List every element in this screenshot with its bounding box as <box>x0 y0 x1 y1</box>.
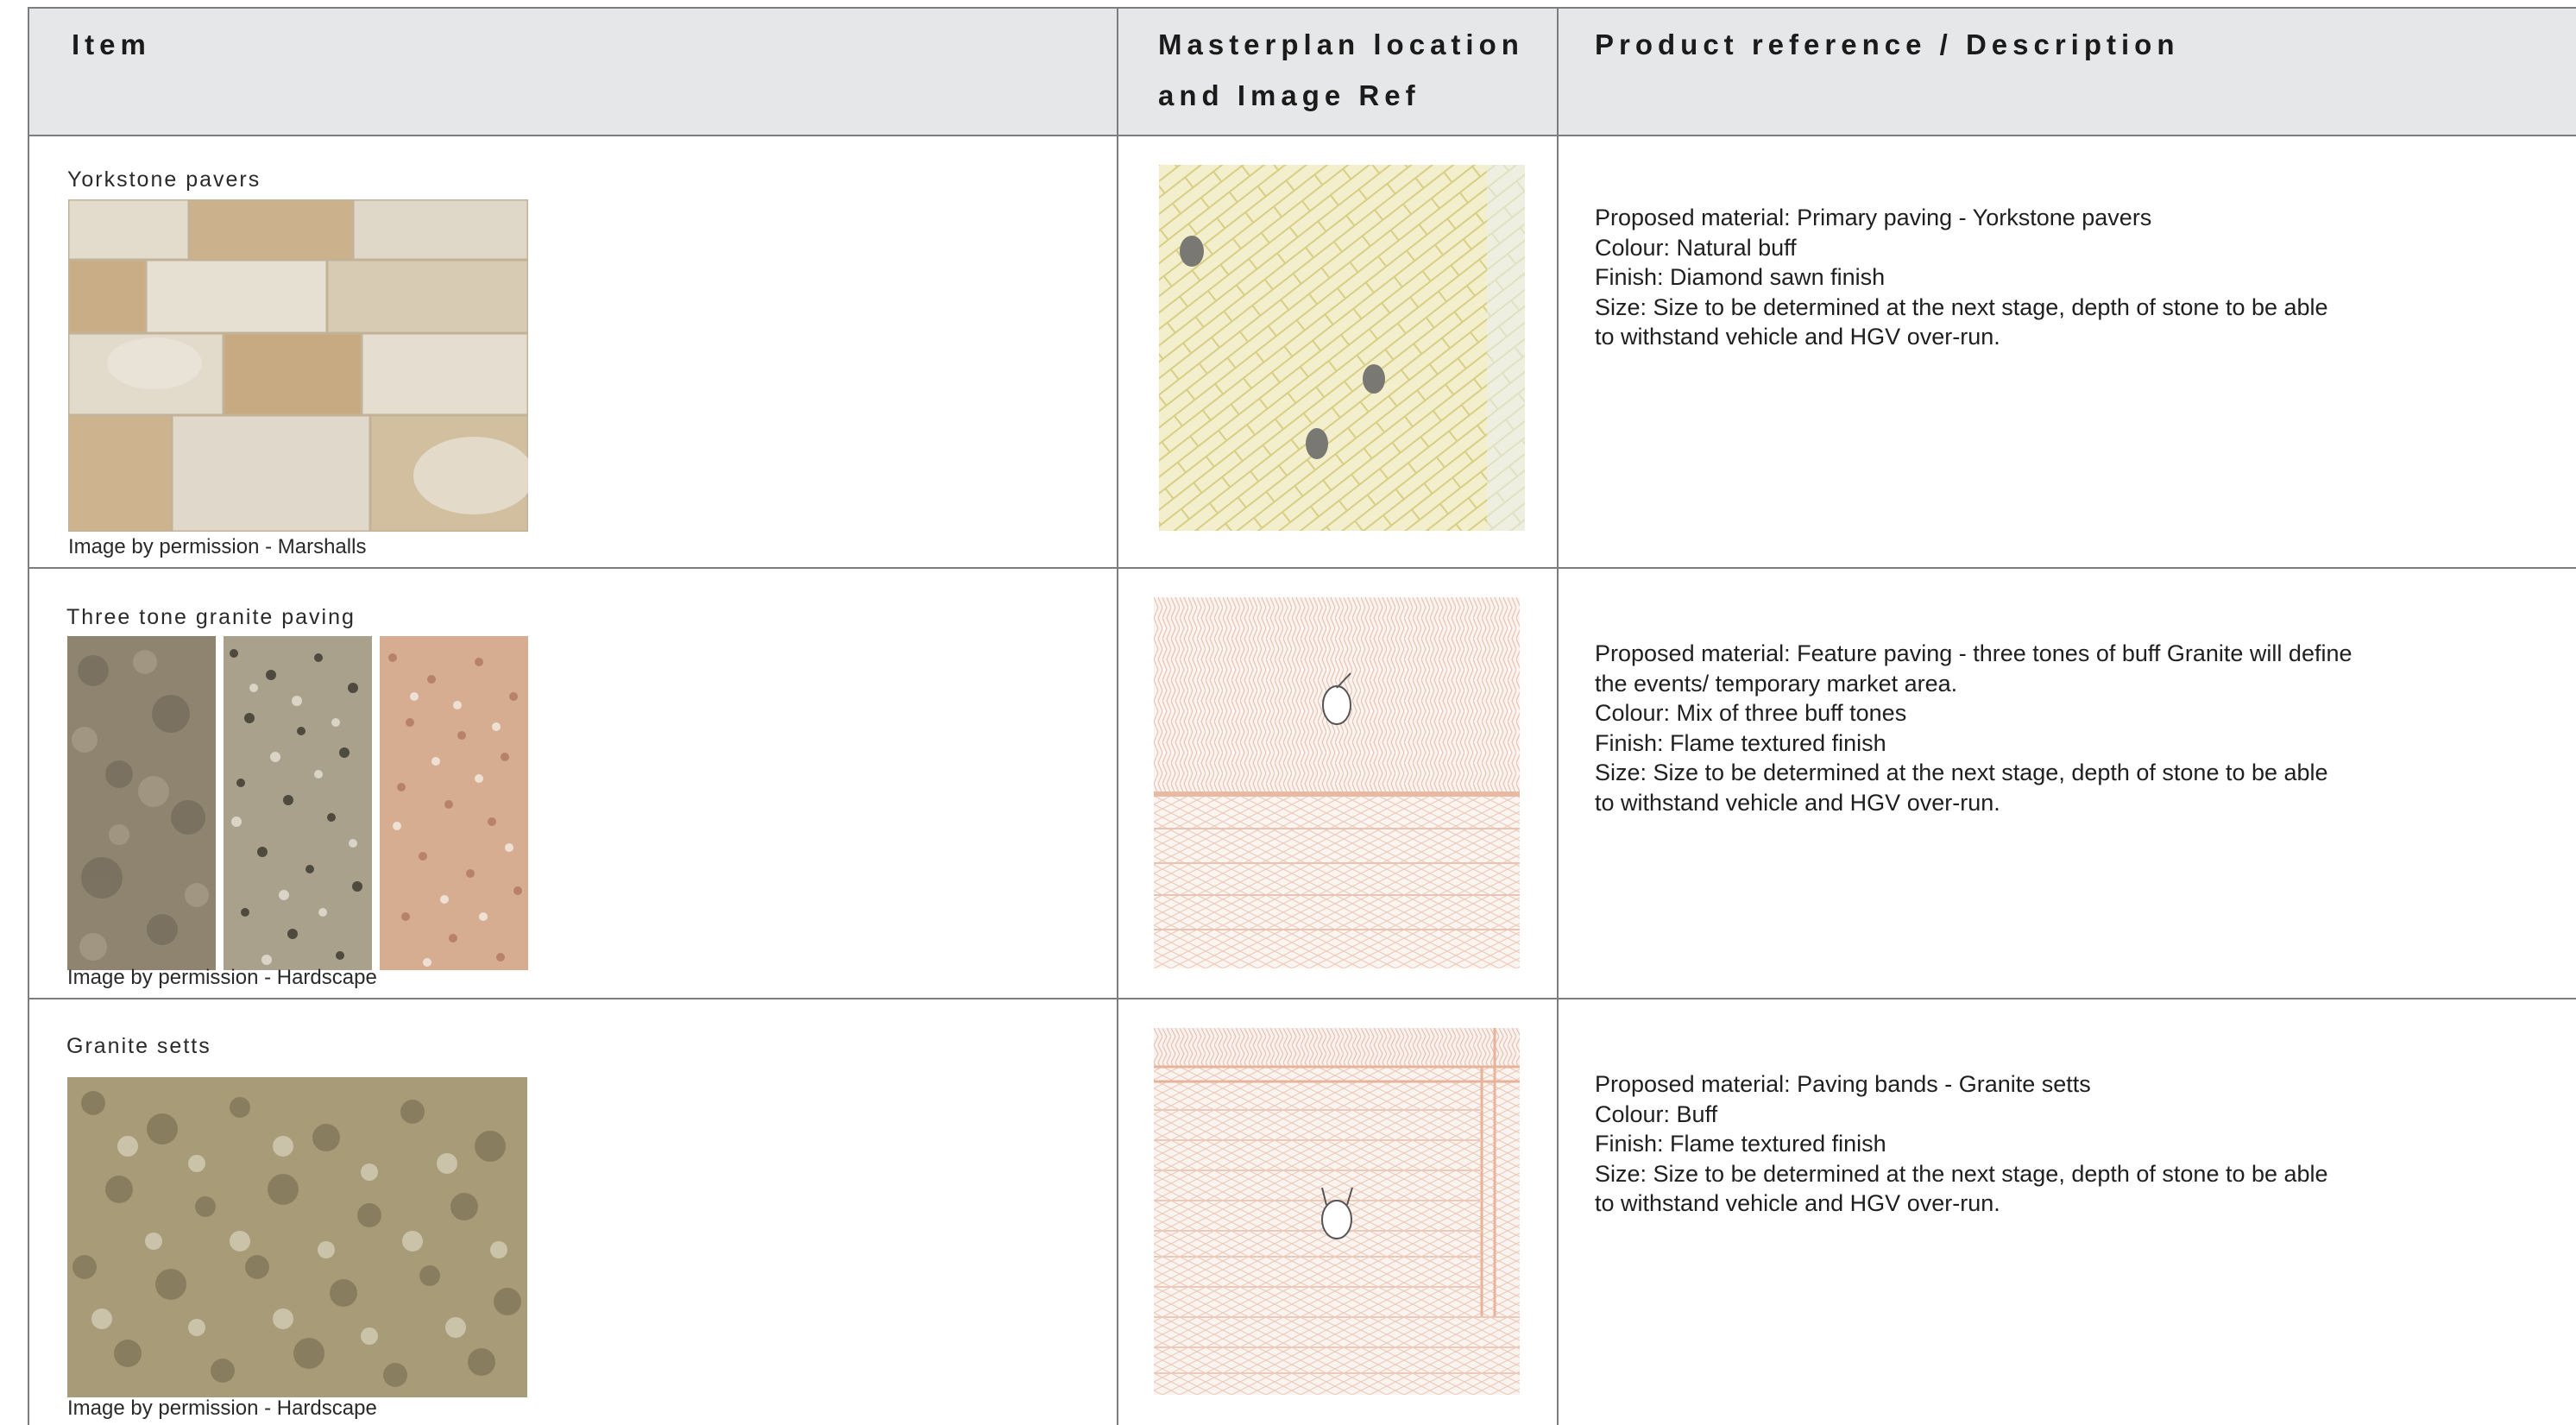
column-divider <box>1557 7 1559 1425</box>
item-description: Proposed material: Paving bands - Granit… <box>1595 1071 2328 1216</box>
image-credit: Image by permission - Hardscape <box>67 1397 377 1420</box>
item-name: Three tone granite paving <box>66 605 356 629</box>
item-name: Yorkstone pavers <box>67 167 261 192</box>
row-divider <box>28 567 2576 569</box>
item-description: Proposed material: Feature paving - thre… <box>1595 640 2352 816</box>
granite-sample-speckled-photo <box>224 636 372 970</box>
granite-setts-photo <box>67 1077 527 1397</box>
item-description: Proposed material: Primary paving - York… <box>1595 205 2328 350</box>
header-description: Product reference / Description <box>1595 28 2180 60</box>
table-border-top <box>28 7 2576 9</box>
yorkstone-plan-ref <box>1159 165 1525 531</box>
granite-paving-plan-ref <box>1154 597 1520 968</box>
yorkstone-photo <box>68 199 528 532</box>
granite-sample-pink-photo <box>380 636 528 970</box>
materials-table: Item Masterplan location and Image Ref P… <box>28 7 2576 1425</box>
column-divider <box>1117 7 1118 1425</box>
image-credit: Image by permission - Hardscape <box>67 966 377 989</box>
header-item: Item <box>72 28 151 60</box>
item-name: Granite setts <box>66 1034 211 1058</box>
granite-sample-grey-photo <box>67 636 216 970</box>
image-credit: Image by permission - Marshalls <box>68 535 367 558</box>
header-divider <box>28 135 2576 136</box>
row-divider <box>28 998 2576 999</box>
table-border-left <box>28 7 29 1425</box>
granite-setts-plan-ref <box>1154 1028 1520 1395</box>
header-location: Masterplan location and Image Ref <box>1158 28 1524 111</box>
